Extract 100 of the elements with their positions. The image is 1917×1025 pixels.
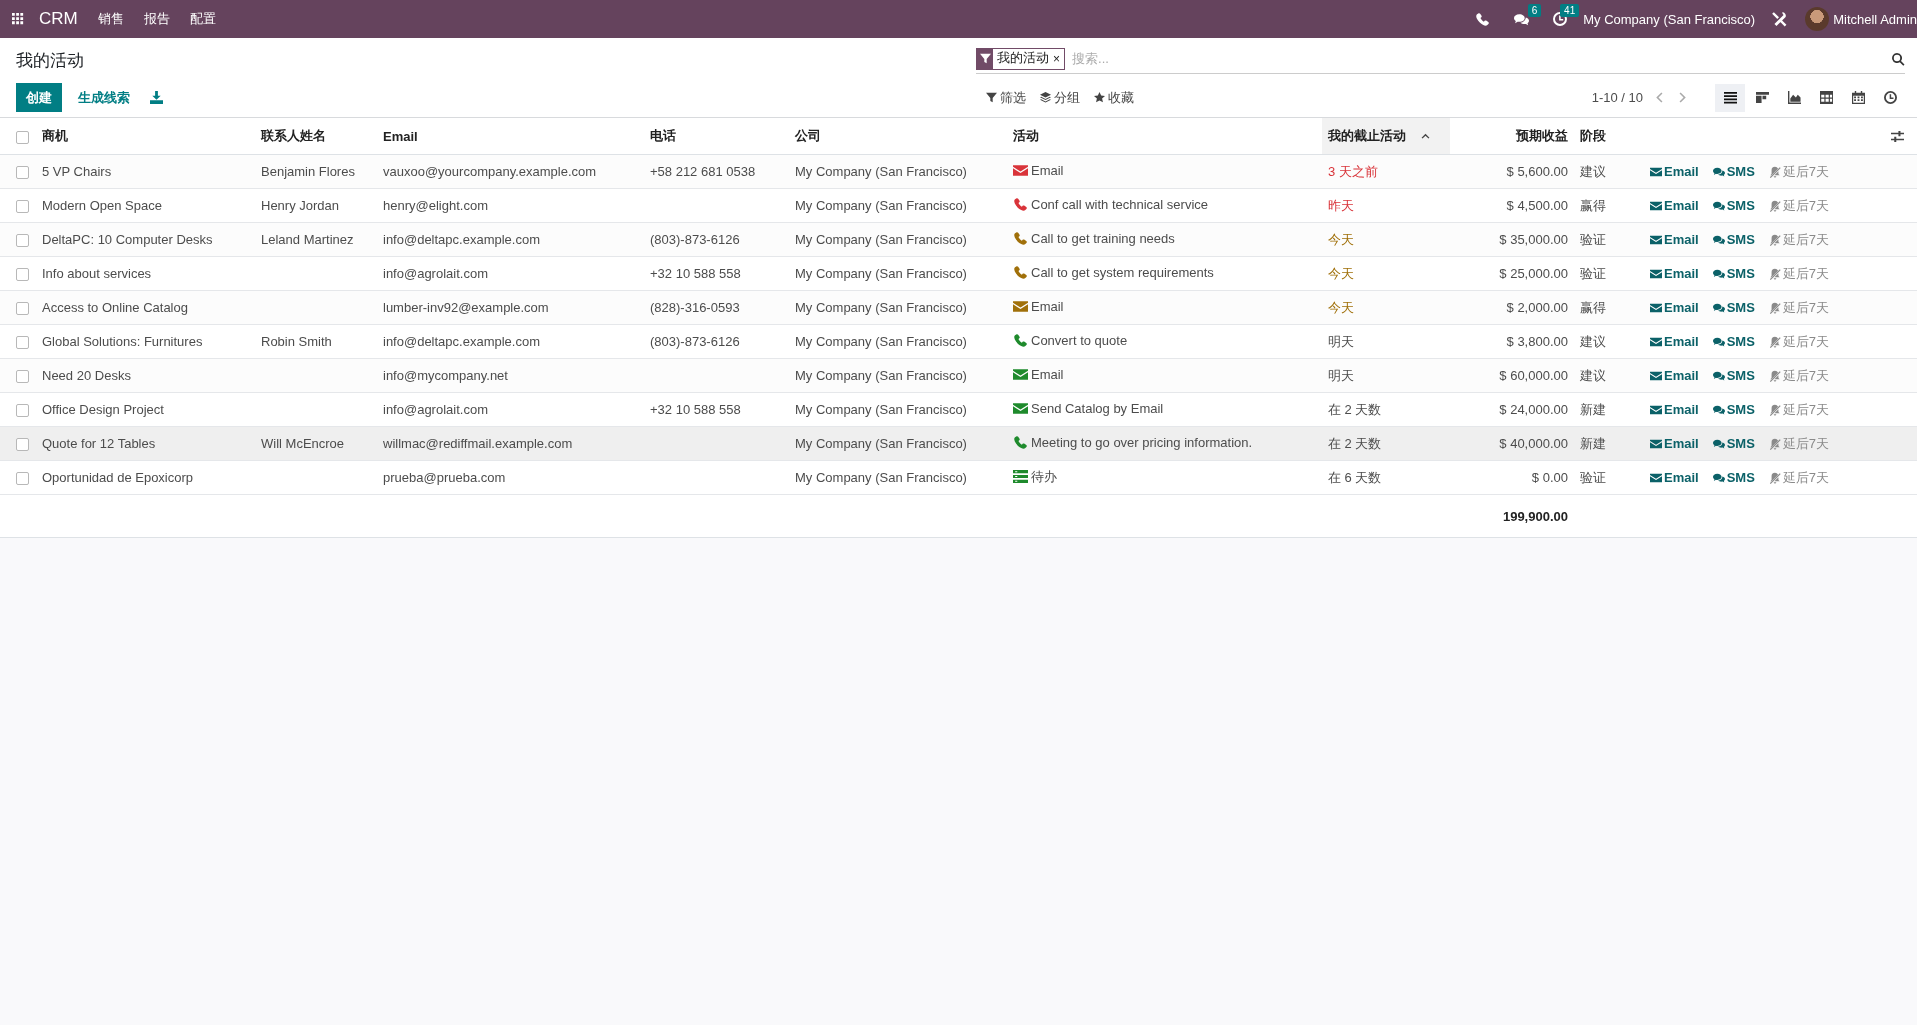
email-button[interactable]: Email xyxy=(1650,164,1699,179)
bell-slash-icon xyxy=(1768,471,1781,484)
sms-button[interactable]: SMS xyxy=(1712,368,1755,383)
row-checkbox[interactable] xyxy=(16,472,29,486)
column-header[interactable]: 电话 xyxy=(650,127,676,145)
snooze-button[interactable]: 延后7天 xyxy=(1768,196,1830,215)
phone-icon[interactable] xyxy=(1475,11,1491,27)
download-icon[interactable] xyxy=(150,91,163,104)
bell-slash-icon xyxy=(1768,165,1781,178)
email-button[interactable]: Email xyxy=(1650,334,1699,349)
email-button[interactable]: Email xyxy=(1650,368,1699,383)
stage: 建议 xyxy=(1580,333,1606,349)
column-header[interactable]: 联系人姓名 xyxy=(261,127,326,145)
email-button[interactable]: Email xyxy=(1650,198,1699,213)
menu-item[interactable]: 销售 xyxy=(97,10,124,28)
sms-button[interactable]: SMS xyxy=(1712,334,1755,349)
phone-icon[interactable] xyxy=(1013,332,1028,348)
list-view-button[interactable] xyxy=(1715,83,1745,112)
search-icon[interactable] xyxy=(1891,51,1905,66)
menu-item[interactable]: 配置 xyxy=(189,10,216,28)
expected-revenue: $ 24,000.00 xyxy=(1499,402,1568,417)
sms-button[interactable]: SMS xyxy=(1712,198,1755,213)
company-switcher[interactable]: My Company (San Francisco) xyxy=(1583,11,1756,27)
row-checkbox[interactable] xyxy=(16,234,29,248)
sms-button[interactable]: SMS xyxy=(1712,436,1755,451)
column-header[interactable]: Email xyxy=(383,128,418,144)
snooze-button[interactable]: 延后7天 xyxy=(1768,468,1830,487)
phone-number: (803)-873-6126 xyxy=(650,232,740,247)
row-checkbox[interactable] xyxy=(16,302,29,316)
column-settings-icon[interactable] xyxy=(1891,129,1904,143)
apps-menu-icon[interactable] xyxy=(12,12,25,26)
snooze-button[interactable]: 延后7天 xyxy=(1768,264,1830,283)
company-name: My Company (San Francisco) xyxy=(795,334,967,349)
envelope-icon[interactable] xyxy=(1013,298,1028,314)
row-checkbox[interactable] xyxy=(16,336,29,350)
sms-button[interactable]: SMS xyxy=(1712,300,1755,315)
column-header[interactable]: 活动 xyxy=(1013,127,1039,145)
remove-facet-icon[interactable]: × xyxy=(1053,51,1064,66)
email-button[interactable]: Email xyxy=(1650,436,1699,451)
menu-item[interactable]: 报告 xyxy=(143,10,170,28)
phone-icon[interactable] xyxy=(1013,230,1028,246)
email-button[interactable]: Email xyxy=(1650,266,1699,281)
column-header[interactable]: 预期收益 xyxy=(1516,127,1568,145)
select-all-checkbox[interactable] xyxy=(16,130,29,144)
expected-revenue: $ 25,000.00 xyxy=(1499,266,1568,281)
contact-name: Leland Martinez xyxy=(261,232,354,247)
company-name: My Company (San Francisco) xyxy=(795,232,967,247)
phone-icon[interactable] xyxy=(1013,264,1028,280)
activity-summary: Email xyxy=(1031,298,1064,314)
email-button[interactable]: Email xyxy=(1650,402,1699,417)
search-field[interactable]: 我的活动 × 搜索... xyxy=(976,44,1905,74)
snooze-button[interactable]: 延后7天 xyxy=(1768,162,1830,181)
tools-icon[interactable] xyxy=(1771,11,1788,27)
envelope-icon xyxy=(1650,267,1662,280)
chat-icon[interactable] xyxy=(1514,11,1530,27)
user-avatar[interactable] xyxy=(1805,7,1830,31)
snooze-button[interactable]: 延后7天 xyxy=(1768,366,1830,385)
sms-button[interactable]: SMS xyxy=(1712,470,1755,485)
favorite-dropdown[interactable]: 收藏 xyxy=(1094,88,1134,107)
column-header[interactable]: 阶段 xyxy=(1580,127,1606,145)
row-checkbox[interactable] xyxy=(16,200,29,214)
snooze-button[interactable]: 延后7天 xyxy=(1768,230,1830,249)
column-header[interactable]: 商机 xyxy=(42,127,68,145)
user-name[interactable]: Mitchell Admin xyxy=(1833,11,1917,27)
app-name[interactable]: CRM xyxy=(39,9,78,29)
search-facet[interactable]: 我的活动 × xyxy=(976,47,1065,70)
email-button[interactable]: Email xyxy=(1650,300,1699,315)
sms-button[interactable]: SMS xyxy=(1712,164,1755,179)
todo-list-icon[interactable] xyxy=(1013,469,1028,485)
phone-icon[interactable] xyxy=(1013,434,1028,450)
pager-value[interactable]: 1-10 / 10 xyxy=(1591,90,1643,105)
sms-button[interactable]: SMS xyxy=(1712,232,1755,247)
envelope-icon[interactable] xyxy=(1013,400,1028,416)
sms-button[interactable]: SMS xyxy=(1712,266,1755,281)
stage: 验证 xyxy=(1580,265,1606,281)
filter-dropdown[interactable]: 筛选 xyxy=(986,88,1026,107)
expected-revenue: $ 0.00 xyxy=(1531,470,1568,485)
row-checkbox[interactable] xyxy=(16,404,29,418)
email-button[interactable]: Email xyxy=(1650,470,1699,485)
snooze-button[interactable]: 延后7天 xyxy=(1768,298,1830,317)
sms-button[interactable]: SMS xyxy=(1712,402,1755,417)
envelope-icon[interactable] xyxy=(1013,162,1028,178)
row-checkbox[interactable] xyxy=(16,370,29,384)
email-address: info@agrolait.com xyxy=(383,402,488,417)
envelope-icon xyxy=(1650,437,1662,450)
company-name: My Company (San Francisco) xyxy=(795,164,967,179)
group-dropdown[interactable]: 分组 xyxy=(1040,88,1080,107)
email-button[interactable]: Email xyxy=(1650,232,1699,247)
activity-summary: Send Catalog by Email xyxy=(1031,400,1164,416)
snooze-button[interactable]: 延后7天 xyxy=(1768,332,1830,351)
create-button[interactable]: 创建 xyxy=(16,83,62,112)
generate-leads-button[interactable]: 生成线索 xyxy=(70,88,138,107)
envelope-icon[interactable] xyxy=(1013,366,1028,382)
revenue-total: 199,900.00 xyxy=(1502,508,1568,524)
column-header[interactable]: 公司 xyxy=(795,127,821,145)
row-checkbox[interactable] xyxy=(16,166,29,180)
phone-icon[interactable] xyxy=(1013,196,1028,212)
row-checkbox[interactable] xyxy=(16,438,29,452)
row-checkbox[interactable] xyxy=(16,268,29,282)
snooze-button[interactable]: 延后7天 xyxy=(1768,400,1830,419)
